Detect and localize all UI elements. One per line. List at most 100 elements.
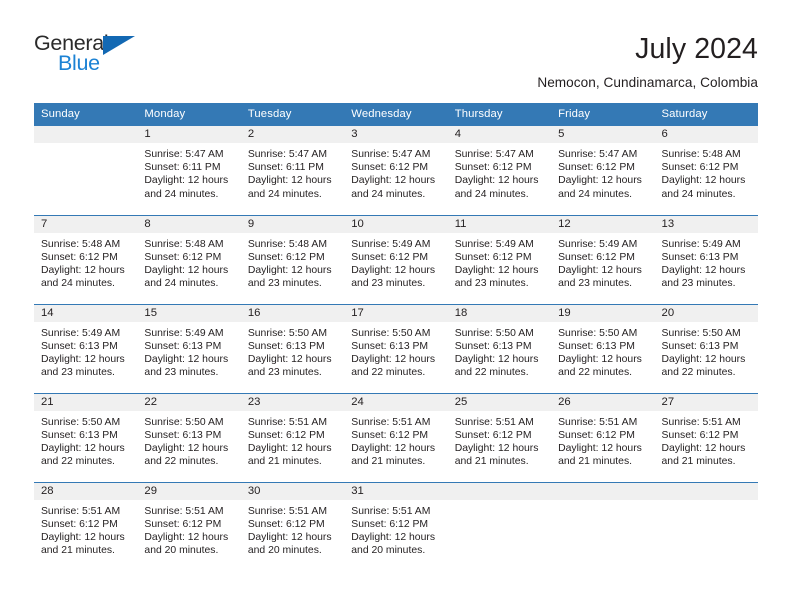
daylight-text-line1: Daylight: 12 hours xyxy=(558,264,642,276)
calendar-day-cell[interactable]: 12 Sunrise: 5:49 AM Sunset: 6:12 PM Dayligh… xyxy=(551,214,655,304)
calendar-cell-empty xyxy=(447,481,552,571)
daylight-text-line1: Daylight: 12 hours xyxy=(247,264,332,276)
sunset-text: Sunset: 6:13 PM xyxy=(144,340,222,352)
calendar-day-cell[interactable]: 9 Sunrise: 5:48 AM Sunset: 6:12 PM Daylight… xyxy=(240,214,345,304)
location-subtitle: Nemocon, Cundinamarca, Colombia xyxy=(537,74,758,90)
daylight-text-line1: Daylight: 12 hours xyxy=(144,442,229,454)
calendar-day-cell[interactable]: 4 Sunrise: 5:47 AM Sunset: 6:12 PM Daylight… xyxy=(447,126,552,215)
daylight-text-line1: Daylight: 12 hours xyxy=(144,353,229,365)
calendar-day-cell[interactable]: 13 Sunrise: 5:49 AM Sunset: 6:13 PM Dayligh… xyxy=(654,214,758,304)
calendar-day-cell[interactable]: 3 Sunrise: 5:47 AM Sunset: 6:12 PM Daylight… xyxy=(344,126,448,215)
sunrise-text: Sunrise: 5:49 AM xyxy=(661,238,741,250)
day-number: 31 xyxy=(344,482,448,500)
daylight-text-line2: and 24 minutes. xyxy=(351,188,426,200)
daylight-text-line1: Daylight: 12 hours xyxy=(247,175,332,187)
day-details: Sunrise: 5:47 AM Sunset: 6:12 PM Daylight:… xyxy=(344,143,447,201)
daylight-text-line1: Daylight: 12 hours xyxy=(144,175,229,187)
daylight-text-line2: and 20 minutes. xyxy=(144,545,219,557)
day-details: Sunrise: 5:50 AM Sunset: 6:13 PM Daylight:… xyxy=(655,322,758,380)
calendar-day-cell[interactable]: 15 Sunrise: 5:49 AM Sunset: 6:13 PM Dayligh… xyxy=(137,303,241,393)
day-details: Sunrise: 5:50 AM Sunset: 6:13 PM Daylight:… xyxy=(448,322,551,380)
day-number: 11 xyxy=(447,215,552,233)
day-details: Sunrise: 5:51 AM Sunset: 6:12 PM Daylight:… xyxy=(137,500,240,558)
calendar-day-cell[interactable]: 6 Sunrise: 5:48 AM Sunset: 6:12 PM Daylight… xyxy=(654,126,758,215)
daylight-text-line2: and 24 minutes. xyxy=(454,188,529,200)
calendar-day-cell[interactable]: 30 Sunrise: 5:51 AM Sunset: 6:12 PM Dayligh… xyxy=(240,481,345,571)
day-details: Sunrise: 5:51 AM Sunset: 6:12 PM Daylight:… xyxy=(344,411,447,469)
daylight-text-line1: Daylight: 12 hours xyxy=(144,531,229,543)
sunset-text: Sunset: 6:13 PM xyxy=(454,340,532,352)
day-details: Sunrise: 5:50 AM Sunset: 6:13 PM Daylight:… xyxy=(344,322,447,380)
calendar-day-cell[interactable]: 19 Sunrise: 5:50 AM Sunset: 6:13 PM Dayligh… xyxy=(551,303,655,393)
sunset-text: Sunset: 6:11 PM xyxy=(144,162,221,174)
calendar-day-cell[interactable]: 8 Sunrise: 5:48 AM Sunset: 6:12 PM Daylight… xyxy=(137,214,241,304)
calendar-week-row: 28 Sunrise: 5:51 AM Sunset: 6:12 PM Dayligh… xyxy=(34,481,758,571)
calendar-day-cell[interactable]: 1 Sunrise: 5:47 AM Sunset: 6:11 PM Daylight… xyxy=(137,126,241,215)
calendar-day-cell[interactable]: 18 Sunrise: 5:50 AM Sunset: 6:13 PM Dayligh… xyxy=(447,303,552,393)
calendar-body: 1 Sunrise: 5:47 AM Sunset: 6:11 PM Daylight… xyxy=(34,126,758,571)
weekday-header-thursday: Thursday xyxy=(447,103,552,126)
page-title: July 2024 xyxy=(635,33,758,65)
day-details: Sunrise: 5:48 AM Sunset: 6:12 PM Daylight:… xyxy=(137,233,240,291)
sunrise-text: Sunrise: 5:47 AM xyxy=(247,149,327,160)
day-number: 8 xyxy=(137,215,241,233)
calendar-day-cell[interactable]: 17 Sunrise: 5:50 AM Sunset: 6:13 PM Dayligh… xyxy=(344,303,448,393)
calendar-day-cell[interactable]: 14 Sunrise: 5:49 AM Sunset: 6:13 PM Dayligh… xyxy=(34,303,138,393)
daylight-text-line1: Daylight: 12 hours xyxy=(454,442,539,454)
calendar-day-cell[interactable]: 22 Sunrise: 5:50 AM Sunset: 6:13 PM Dayligh… xyxy=(137,392,241,482)
weekday-header-wednesday: Wednesday xyxy=(344,103,448,126)
daylight-text-line1: Daylight: 12 hours xyxy=(661,264,746,276)
sunrise-text: Sunrise: 5:50 AM xyxy=(144,416,224,428)
daylight-text-line2: and 21 minutes. xyxy=(558,456,633,468)
day-details: Sunrise: 5:50 AM Sunset: 6:13 PM Daylight:… xyxy=(241,322,344,380)
sunrise-text: Sunrise: 5:50 AM xyxy=(661,327,741,339)
daylight-text-line2: and 22 minutes. xyxy=(454,367,529,379)
calendar-day-cell[interactable]: 2 Sunrise: 5:47 AM Sunset: 6:11 PM Daylight… xyxy=(240,126,345,215)
sunrise-text: Sunrise: 5:50 AM xyxy=(558,327,638,339)
day-number: 5 xyxy=(551,126,655,143)
sunrise-text: Sunrise: 5:49 AM xyxy=(144,327,224,339)
sunrise-text: Sunrise: 5:49 AM xyxy=(41,327,121,339)
calendar-day-cell[interactable]: 16 Sunrise: 5:50 AM Sunset: 6:13 PM Dayligh… xyxy=(240,303,345,393)
calendar-day-cell[interactable]: 29 Sunrise: 5:51 AM Sunset: 6:12 PM Dayligh… xyxy=(137,481,241,571)
daylight-text-line2: and 22 minutes. xyxy=(144,456,219,468)
calendar-day-cell[interactable]: 11 Sunrise: 5:49 AM Sunset: 6:12 PM Dayligh… xyxy=(447,214,552,304)
sunrise-text: Sunrise: 5:48 AM xyxy=(41,238,121,250)
weekday-header-tuesday: Tuesday xyxy=(240,103,345,126)
day-number xyxy=(654,482,758,500)
daylight-text-line1: Daylight: 12 hours xyxy=(558,442,642,454)
calendar-day-cell[interactable]: 27 Sunrise: 5:51 AM Sunset: 6:12 PM Dayligh… xyxy=(654,392,758,482)
daylight-text-line2: and 24 minutes. xyxy=(247,188,322,200)
calendar-day-cell[interactable]: 24 Sunrise: 5:51 AM Sunset: 6:12 PM Dayligh… xyxy=(344,392,448,482)
sunset-text: Sunset: 6:12 PM xyxy=(247,429,325,441)
sunset-text: Sunset: 6:12 PM xyxy=(661,429,739,441)
calendar-day-cell[interactable]: 21 Sunrise: 5:50 AM Sunset: 6:13 PM Dayligh… xyxy=(34,392,138,482)
sunset-text: Sunset: 6:13 PM xyxy=(661,340,739,352)
daylight-text-line2: and 23 minutes. xyxy=(454,278,529,290)
day-number xyxy=(447,482,552,500)
daylight-text-line2: and 20 minutes. xyxy=(351,545,426,557)
day-number: 17 xyxy=(344,304,448,322)
calendar-day-cell[interactable]: 10 Sunrise: 5:49 AM Sunset: 6:12 PM Dayligh… xyxy=(344,214,448,304)
day-details: Sunrise: 5:51 AM Sunset: 6:12 PM Daylight:… xyxy=(34,500,137,558)
sunrise-text: Sunrise: 5:51 AM xyxy=(351,505,431,517)
calendar-day-cell[interactable]: 7 Sunrise: 5:48 AM Sunset: 6:12 PM Daylight… xyxy=(34,214,138,304)
sunrise-text: Sunrise: 5:50 AM xyxy=(247,327,327,339)
calendar-day-cell[interactable]: 20 Sunrise: 5:50 AM Sunset: 6:13 PM Dayligh… xyxy=(654,303,758,393)
day-number: 7 xyxy=(34,215,138,233)
day-number: 1 xyxy=(137,126,241,143)
calendar-day-cell[interactable]: 26 Sunrise: 5:51 AM Sunset: 6:12 PM Dayligh… xyxy=(551,392,655,482)
calendar-day-cell[interactable]: 5 Sunrise: 5:47 AM Sunset: 6:12 PM Daylight… xyxy=(551,126,655,215)
logo-text-blue: Blue xyxy=(58,51,100,75)
daylight-text-line1: Daylight: 12 hours xyxy=(351,531,436,543)
sunrise-text: Sunrise: 5:49 AM xyxy=(351,238,431,250)
calendar-day-cell[interactable]: 28 Sunrise: 5:51 AM Sunset: 6:12 PM Dayligh… xyxy=(34,481,138,571)
calendar-day-cell[interactable]: 23 Sunrise: 5:51 AM Sunset: 6:12 PM Dayligh… xyxy=(240,392,345,482)
day-details: Sunrise: 5:51 AM Sunset: 6:12 PM Daylight:… xyxy=(655,411,758,469)
calendar-day-cell[interactable]: 25 Sunrise: 5:51 AM Sunset: 6:12 PM Dayligh… xyxy=(447,392,552,482)
calendar-day-cell[interactable]: 31 Sunrise: 5:51 AM Sunset: 6:12 PM Dayligh… xyxy=(344,481,448,571)
daylight-text-line2: and 23 minutes. xyxy=(144,367,219,379)
calendar-page: General Blue July 2024 Nemocon, Cundinam… xyxy=(0,0,792,612)
sunset-text: Sunset: 6:12 PM xyxy=(144,251,222,263)
daylight-text-line2: and 23 minutes. xyxy=(247,278,322,290)
